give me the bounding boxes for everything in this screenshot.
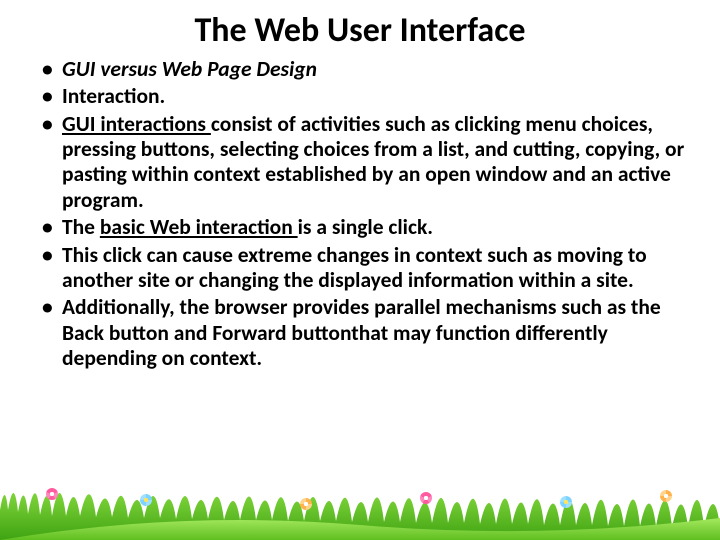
flower-icon	[300, 498, 312, 510]
bullet-item: Interaction.	[42, 84, 698, 109]
bullet-item: GUI versus Web Page Design	[42, 57, 698, 82]
grass-footer-art	[0, 470, 720, 540]
grass-icon	[0, 470, 720, 540]
bullet-item: This click can cause extreme changes in …	[42, 243, 698, 294]
flower-icon	[660, 490, 672, 502]
bullet-item: The basic Web interaction is a single cl…	[42, 215, 698, 240]
slide: The Web User Interface GUI versus Web Pa…	[0, 0, 720, 540]
flower-icon	[560, 496, 572, 508]
flower-icon	[420, 492, 432, 504]
bullet-item: Additionally, the browser provides paral…	[42, 295, 698, 371]
slide-title: The Web User Interface	[0, 0, 720, 57]
bullet-item: GUI interactions consist of activities s…	[42, 112, 698, 213]
slide-content: GUI versus Web Page Design Interaction. …	[0, 57, 720, 371]
flower-icon	[46, 488, 58, 500]
flower-icon	[140, 494, 152, 506]
